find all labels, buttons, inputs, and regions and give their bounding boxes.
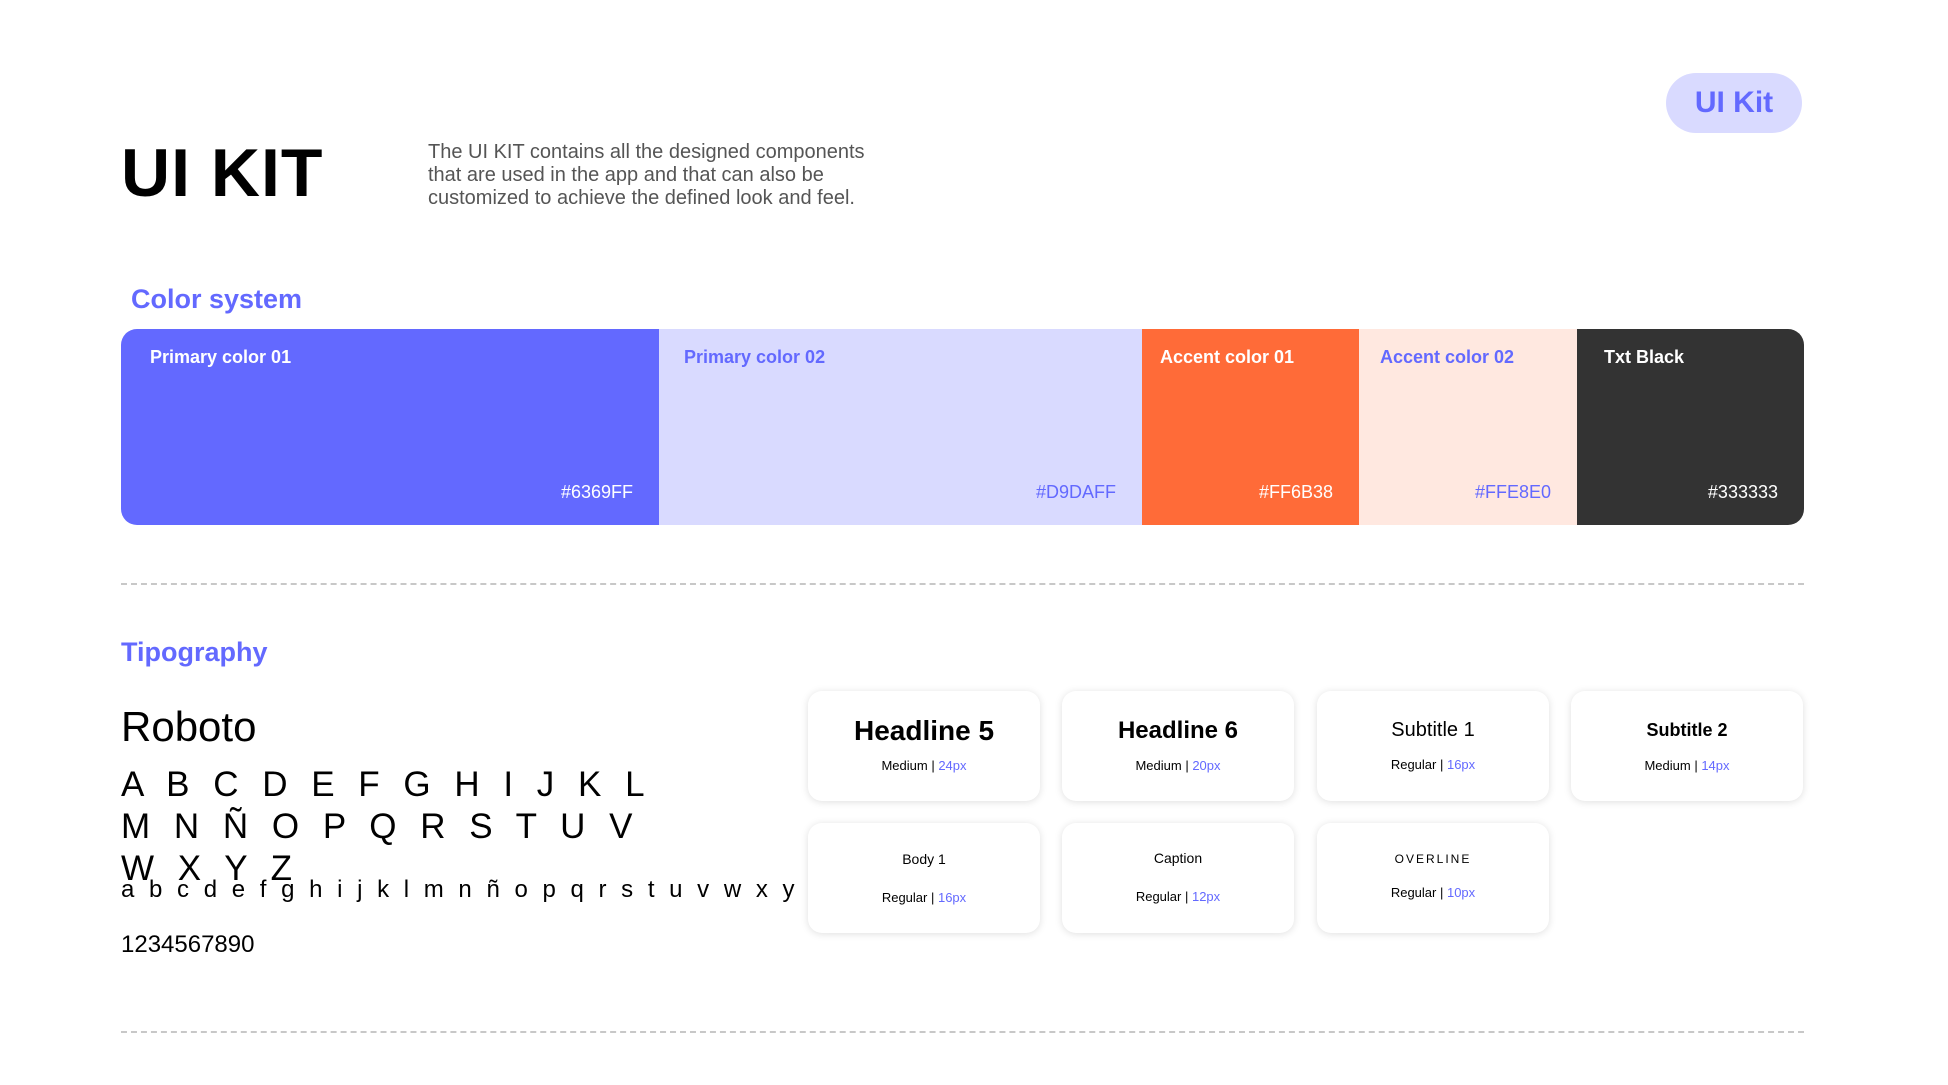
type-card-subtitle-1: Subtitle 1 Regular | 16px	[1317, 691, 1549, 801]
type-card-headline-6: Headline 6 Medium | 20px	[1062, 691, 1294, 801]
type-separator: |	[1181, 889, 1192, 904]
swatch-name: Txt Black	[1604, 347, 1685, 367]
page-title: UI KIT	[121, 135, 324, 211]
swatch-accent-01: Accent color 01 #FF6B38	[1142, 329, 1359, 525]
type-meta: Regular | 10px	[1317, 885, 1549, 900]
ui-kit-badge: UI Kit	[1666, 73, 1802, 133]
type-card-overline: OVERLINE Regular | 10px	[1317, 823, 1549, 933]
section-divider	[121, 1031, 1804, 1033]
swatch-name: Accent color 01	[1160, 347, 1295, 367]
type-sample: OVERLINE	[1394, 852, 1472, 866]
type-separator: |	[1181, 758, 1193, 773]
type-weight: Regular	[881, 890, 928, 905]
type-sample: Subtitle 2	[1646, 720, 1728, 740]
type-size: 14px	[1701, 758, 1730, 773]
swatch-name: Primary color 02	[684, 347, 826, 367]
type-weight: Regular	[1390, 885, 1437, 900]
type-weight: Regular	[1135, 889, 1182, 904]
type-meta: Medium | 24px	[808, 758, 1040, 773]
uppercase-alphabet: A B C D E F G H I J K L M N Ñ O P Q R S …	[121, 765, 651, 888]
color-system-title: Color system	[131, 284, 303, 314]
page-description: The UI KIT contains all the designed com…	[428, 141, 865, 209]
lowercase-alphabet: a b c d e f g h i j k l m n ñ o p q r s …	[121, 876, 826, 903]
type-separator: |	[1690, 758, 1702, 773]
type-separator: |	[1436, 885, 1447, 900]
type-sample: Headline 6	[1117, 717, 1239, 744]
type-weight: Medium	[881, 758, 928, 773]
type-sample: Headline 5	[853, 715, 995, 746]
type-sample: Body 1	[902, 851, 946, 867]
type-meta: Regular | 16px	[808, 890, 1040, 905]
swatch-name: Accent color 02	[1380, 347, 1515, 367]
type-card-headline-5: Headline 5 Medium | 24px	[808, 691, 1040, 801]
swatch-hex: #6369FF	[560, 482, 633, 502]
type-card-caption: Caption Regular | 12px	[1062, 823, 1294, 933]
type-separator: |	[927, 890, 938, 905]
type-separator: |	[927, 758, 939, 773]
swatch-hex: #FFE8E0	[1474, 482, 1551, 502]
type-size: 10px	[1446, 885, 1476, 900]
type-size: 24px	[938, 758, 967, 773]
type-weight: Medium	[1135, 758, 1182, 773]
swatch-accent-02: Accent color 02 #FFE8E0	[1359, 329, 1577, 525]
type-sample: Caption	[1153, 850, 1203, 866]
type-meta: Regular | 12px	[1062, 889, 1294, 904]
typography-title: Tipography	[121, 637, 268, 667]
type-separator: |	[1436, 757, 1447, 772]
type-card-body-1: Body 1 Regular | 16px	[808, 823, 1040, 933]
color-palette: Primary color 01 #6369FF Primary color 0…	[121, 329, 1804, 525]
font-name: Roboto	[121, 703, 257, 750]
type-weight: Regular	[1390, 757, 1437, 772]
type-sample: Subtitle 1	[1391, 719, 1475, 741]
type-size: 20px	[1192, 758, 1221, 773]
digits-sample: 1234567890	[121, 931, 255, 958]
swatch-hex: #333333	[1707, 482, 1778, 502]
swatch-primary-02: Primary color 02 #D9DAFF	[659, 329, 1142, 525]
type-meta: Medium | 20px	[1062, 758, 1294, 773]
section-divider	[121, 583, 1804, 585]
type-size: 12px	[1191, 889, 1221, 904]
type-size: 16px	[937, 890, 967, 905]
type-card-subtitle-2: Subtitle 2 Medium | 14px	[1571, 691, 1803, 801]
swatch-txt-black: Txt Black #333333	[1577, 329, 1804, 525]
type-meta: Regular | 16px	[1317, 757, 1549, 772]
swatch-primary-01: Primary color 01 #6369FF	[121, 329, 659, 525]
swatch-hex: #D9DAFF	[1035, 482, 1116, 502]
swatch-name: Primary color 01	[150, 347, 292, 367]
type-weight: Medium	[1644, 758, 1691, 773]
swatch-hex: #FF6B38	[1258, 482, 1333, 502]
type-meta: Medium | 14px	[1571, 758, 1803, 773]
type-size: 16px	[1446, 757, 1476, 772]
